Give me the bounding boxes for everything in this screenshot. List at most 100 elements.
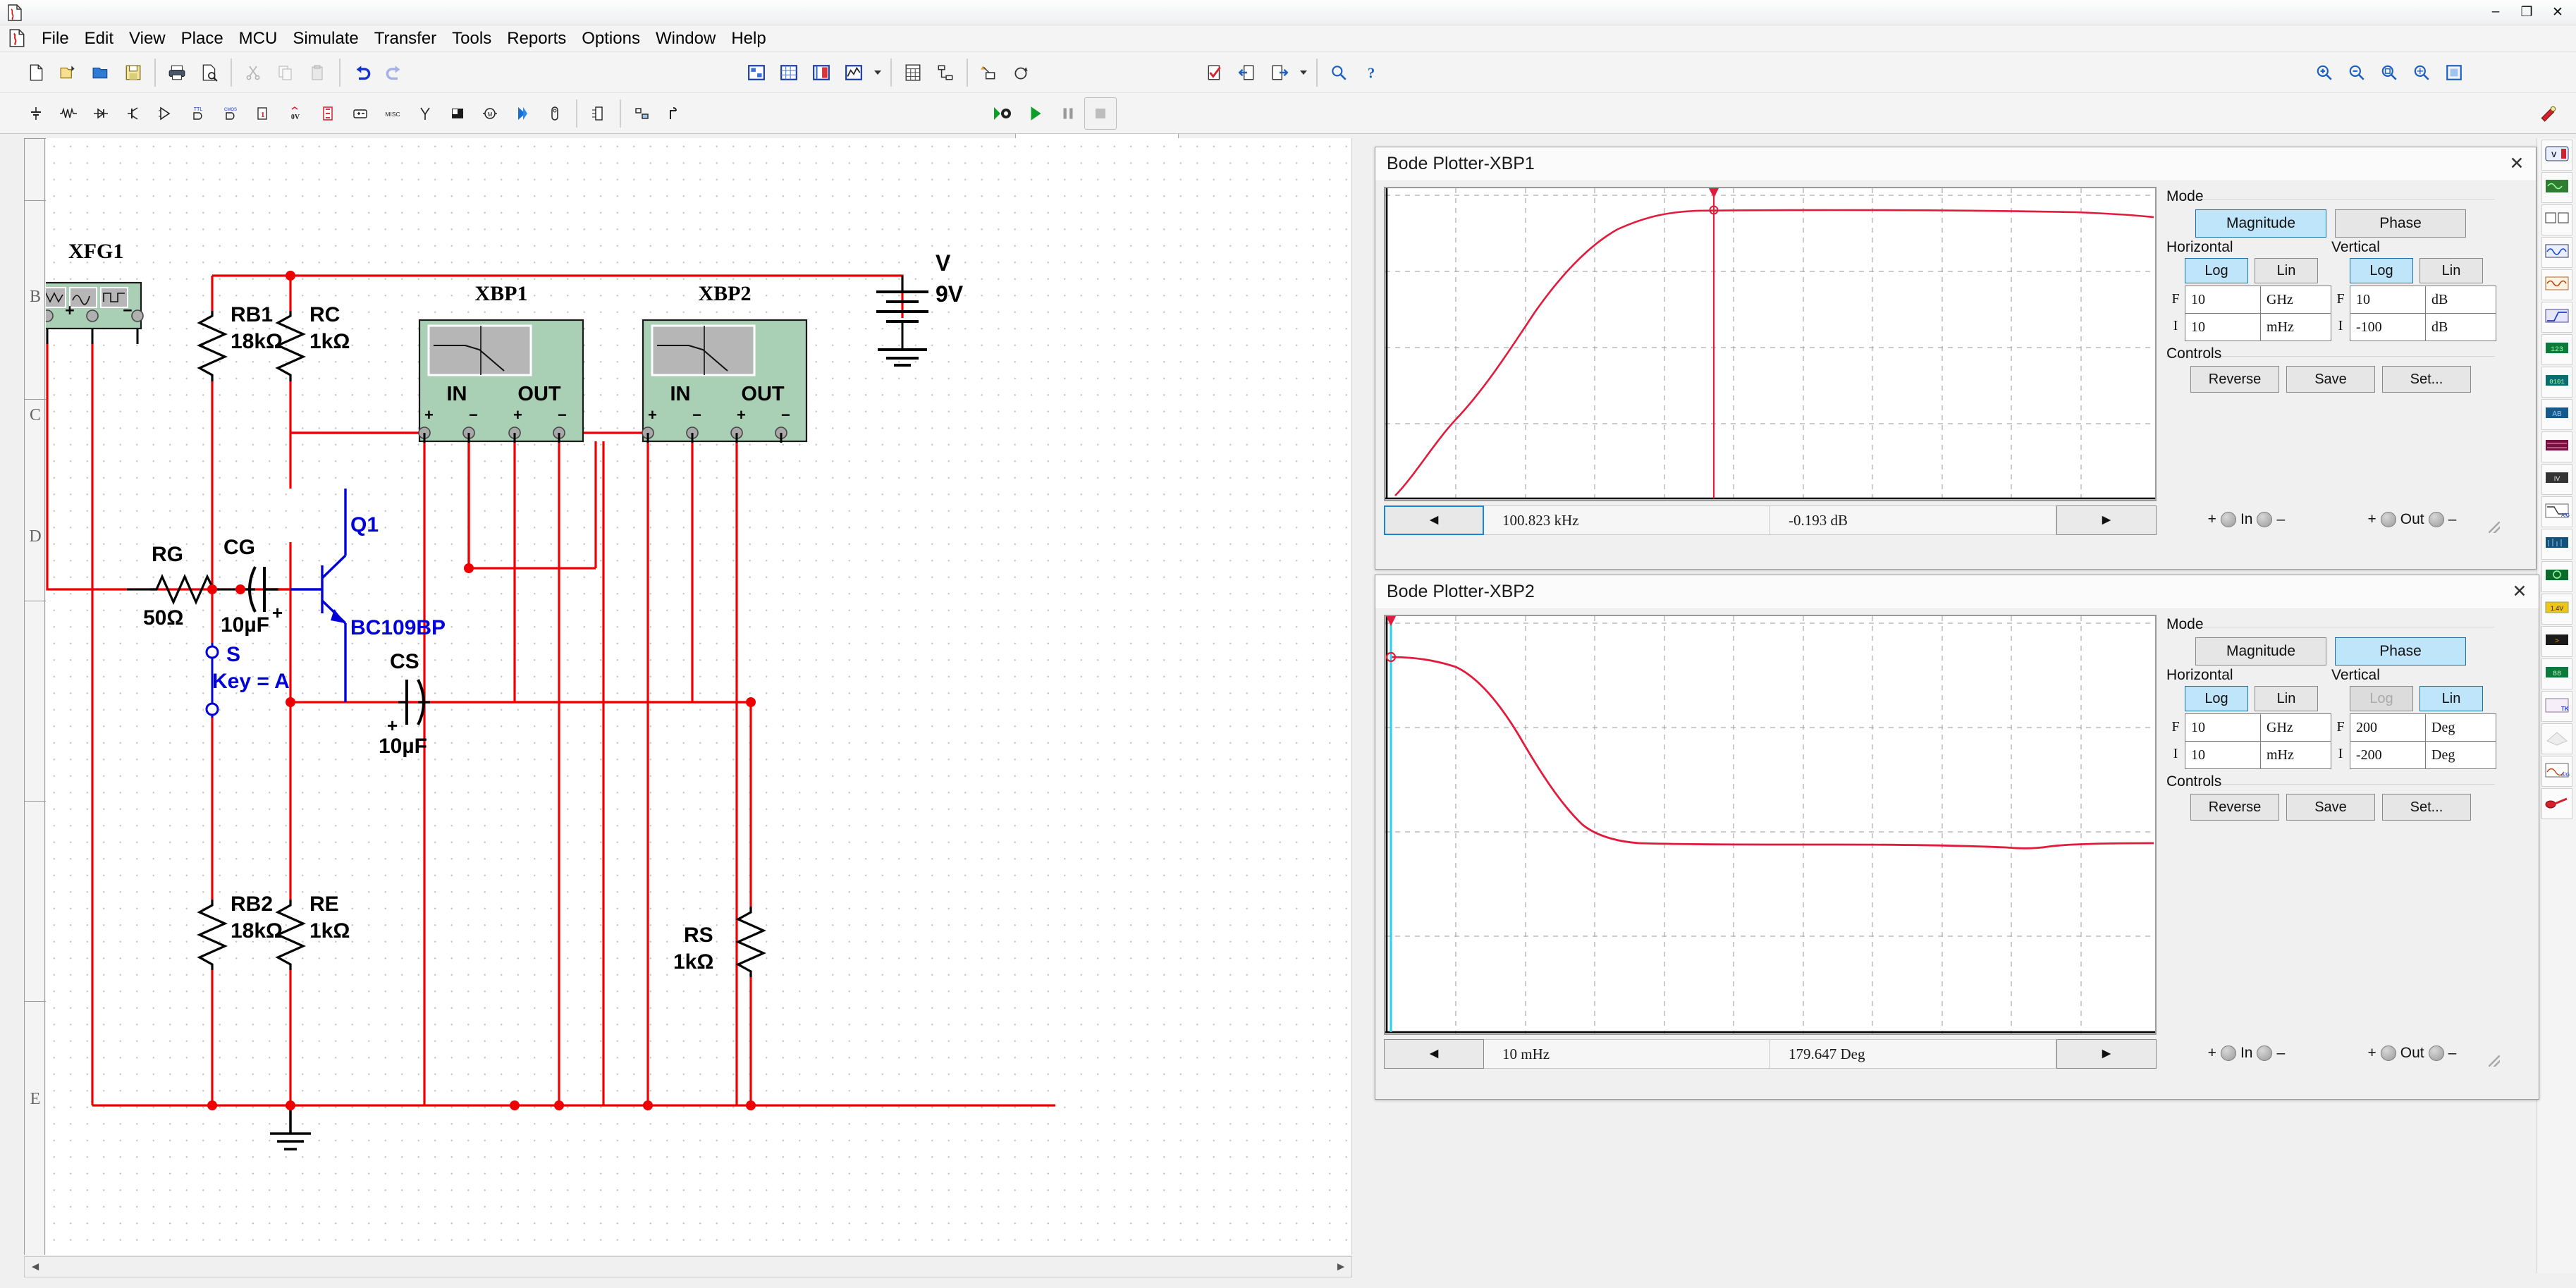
stop-icon[interactable] [1084, 97, 1117, 130]
connector-icon[interactable] [506, 97, 539, 130]
bode2-save-button[interactable]: Save [2286, 794, 2375, 821]
network-analyzer-icon[interactable] [2541, 561, 2572, 592]
menu-item-options[interactable]: Options [574, 26, 648, 51]
four-channel-oscilloscope-icon[interactable] [2541, 269, 2572, 300]
erc-check-icon[interactable] [1198, 56, 1231, 89]
cmos-icon[interactable]: CMOS [214, 97, 247, 130]
bode1-in-minus-terminal[interactable] [2257, 512, 2272, 527]
bode1-close-button[interactable]: ✕ [2502, 149, 2532, 178]
bode1-vertical-i-value[interactable]: -100 [2350, 314, 2425, 341]
bode2-phase-button[interactable]: Phase [2335, 637, 2466, 666]
zoom-selection-icon[interactable] [2438, 56, 2470, 89]
menu-item-simulate[interactable]: Simulate [285, 26, 366, 51]
bode2-in-minus-terminal[interactable] [2257, 1045, 2272, 1061]
copy-icon[interactable] [269, 56, 302, 89]
bode-plotter-xbp1-window[interactable]: Bode Plotter-XBP1 ✕ [1375, 147, 2537, 570]
forward-annotate-icon[interactable] [1263, 56, 1296, 89]
bode2-horizontal-i-unit[interactable]: mHz [2260, 742, 2331, 768]
ttl-icon[interactable]: TTL [182, 97, 214, 130]
bode1-titlebar[interactable]: Bode Plotter-XBP1 ✕ [1375, 147, 2536, 181]
bode-plotter-xbp2-window[interactable]: Bode Plotter-XBP2 ✕ [1375, 575, 2539, 1100]
wattmeter-icon[interactable] [2541, 204, 2572, 235]
bode1-vertical-f-value[interactable]: 10 [2350, 286, 2425, 313]
bode2-out-minus-terminal[interactable] [2429, 1045, 2444, 1061]
menu-item-reports[interactable]: Reports [499, 26, 574, 51]
electromechanical-icon[interactable] [441, 97, 474, 130]
bode2-in-plus-terminal[interactable] [2221, 1045, 2236, 1061]
bode2-vertical-f-unit[interactable]: Deg [2425, 714, 2496, 741]
mixed-icon[interactable]: 0V [279, 97, 312, 130]
bode2-titlebar[interactable]: Bode Plotter-XBP2 ✕ [1375, 575, 2539, 609]
bode1-reverse-button[interactable]: Reverse [2190, 366, 2279, 393]
bode2-plot-canvas[interactable] [1384, 615, 2157, 1035]
menu-item-transfer[interactable]: Transfer [367, 26, 444, 51]
bode1-horizontal-f-unit[interactable]: GHz [2260, 286, 2331, 313]
logic-converter-icon[interactable]: AB [2541, 399, 2572, 430]
find-icon[interactable] [1323, 56, 1355, 89]
bode1-horizontal-log-button[interactable]: Log [2185, 258, 2248, 283]
schematic-canvas[interactable]: + − XFG1 RG 50Ω + CG 10µF RB1 18kΩ RC 1k… [46, 138, 1352, 1255]
toggle-ruler-icon[interactable] [805, 56, 838, 89]
menu-item-place[interactable]: Place [173, 26, 231, 51]
close-button[interactable]: ✕ [2542, 1, 2573, 23]
distortion-analyzer-icon[interactable]: A/G [2541, 496, 2572, 527]
bode2-horizontal-log-button[interactable]: Log [2185, 686, 2248, 711]
toggle-hierarchy-icon[interactable] [740, 56, 773, 89]
bode2-vertical-lin-button[interactable]: Lin [2419, 686, 2483, 711]
rf-icon[interactable] [409, 97, 441, 130]
diode-icon[interactable] [85, 97, 117, 130]
print-preview-icon[interactable] [193, 56, 226, 89]
help-icon[interactable]: ? [1355, 56, 1387, 89]
logic-analyzer-icon[interactable] [2541, 431, 2572, 462]
bode1-cursor-right-button[interactable]: ► [2056, 505, 2157, 535]
agilent-function-generator-icon[interactable]: 1.4V [2541, 594, 2572, 625]
open-folder-icon[interactable] [85, 56, 117, 89]
annotate-caret-icon[interactable] [1296, 56, 1311, 89]
toggle-graph-icon[interactable] [838, 56, 870, 89]
spreadsheet-icon[interactable] [897, 56, 929, 89]
word-generator-icon[interactable]: 0101 [2541, 367, 2572, 398]
mcu-icon[interactable] [539, 97, 571, 130]
bode2-vertical-i-value[interactable]: -200 [2350, 742, 2425, 768]
current-probe-icon[interactable] [2541, 788, 2572, 819]
bode2-horizontal-i-value[interactable]: 10 [2185, 742, 2260, 768]
bode1-magnitude-button[interactable]: Magnitude [2195, 209, 2326, 238]
undo-icon[interactable] [345, 56, 378, 89]
print-icon[interactable] [161, 56, 193, 89]
bode2-horizontal-lin-button[interactable]: Lin [2255, 686, 2318, 711]
menu-item-edit[interactable]: Edit [77, 26, 121, 51]
zoom-area-icon[interactable] [2373, 56, 2405, 89]
new-file-icon[interactable] [20, 56, 52, 89]
back-annotate-icon[interactable] [1231, 56, 1263, 89]
hierarchy-block-icon[interactable] [582, 97, 615, 130]
bode1-vertical-f-unit[interactable]: dB [2425, 286, 2496, 313]
signal-icon[interactable] [658, 97, 691, 130]
bode1-out-plus-terminal[interactable] [2381, 512, 2396, 527]
analog-icon[interactable] [149, 97, 182, 130]
tektronix-oscilloscope-icon[interactable]: TK [2541, 691, 2572, 722]
rotate-component-icon[interactable] [1005, 56, 1038, 89]
new-component-icon[interactable] [973, 56, 1005, 89]
menu-item-file[interactable]: File [34, 26, 77, 51]
canvas-horizontal-scrollbar[interactable]: ◄ ► [24, 1256, 1352, 1277]
bode2-cursor-right-button[interactable]: ► [2056, 1039, 2157, 1069]
run-icon[interactable] [1019, 97, 1052, 130]
cut-icon[interactable] [237, 56, 269, 89]
save-icon[interactable] [117, 56, 149, 89]
bode1-vertical-lin-button[interactable]: Lin [2419, 258, 2483, 283]
bode1-horizontal-f-value[interactable]: 10 [2185, 286, 2260, 313]
scrollbar-thumb[interactable] [47, 1259, 1329, 1275]
bode2-vertical-f-value[interactable]: 200 [2350, 714, 2425, 741]
multimeter-icon[interactable]: V [2541, 140, 2572, 171]
menu-item-view[interactable]: View [121, 26, 173, 51]
bus-icon[interactable] [626, 97, 658, 130]
bode2-resize-grip[interactable] [2489, 1055, 2500, 1067]
misc-digital-icon[interactable]: 1 [247, 97, 279, 130]
bode2-horizontal-f-unit[interactable]: GHz [2260, 714, 2331, 741]
hierarchy-edit-icon[interactable] [929, 56, 962, 89]
bode2-set-button[interactable]: Set... [2382, 794, 2471, 821]
restore-button[interactable]: ❐ [2511, 1, 2542, 23]
bode2-vertical-i-unit[interactable]: Deg [2425, 742, 2496, 768]
bode1-resize-grip[interactable] [2489, 522, 2500, 533]
bode1-set-button[interactable]: Set... [2382, 366, 2471, 393]
